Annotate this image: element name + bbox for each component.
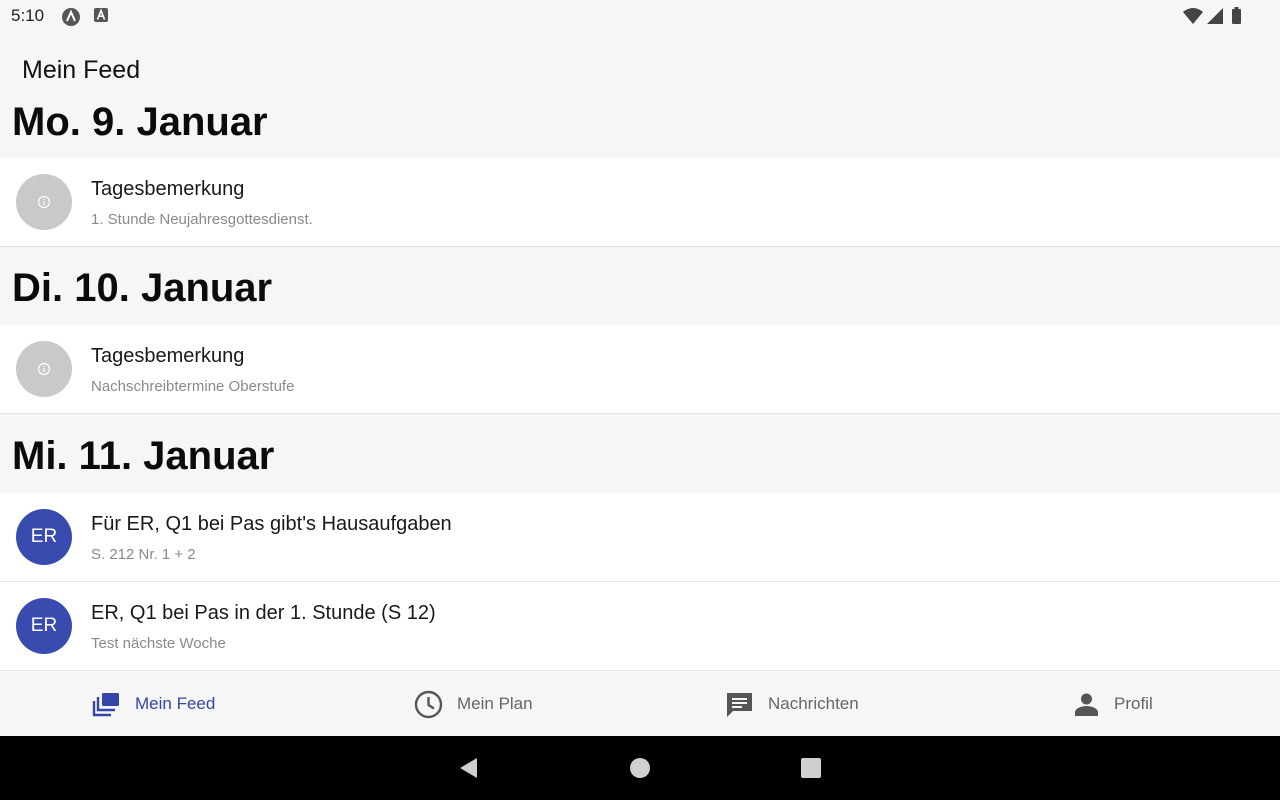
- feed-item-subtitle: S. 212 Nr. 1 + 2: [91, 546, 196, 563]
- status-time: 5:10: [11, 6, 45, 25]
- day-header: Di. 10. Januar: [0, 247, 1280, 325]
- message-icon: [727, 692, 752, 717]
- home-icon: [630, 758, 650, 778]
- status-bar: 5:10: [0, 0, 1280, 34]
- feed-item-title: ER, Q1 bei Pas in der 1. Stunde (S 12): [91, 602, 436, 624]
- nav-nachrichten[interactable]: Nachrichten: [725, 671, 859, 737]
- info-icon: [37, 195, 51, 209]
- feed-item-subtitle: Nachschreibtermine Oberstufe: [91, 378, 295, 395]
- feed-item[interactable]: Tagesbemerkung 1. Stunde Neujahresgottes…: [0, 158, 1280, 247]
- recents-icon: [801, 758, 821, 778]
- nav-mein-feed[interactable]: Mein Feed: [92, 671, 215, 737]
- feed-item-title: Für ER, Q1 bei Pas gibt's Hausaufgaben: [91, 513, 452, 535]
- info-avatar: [16, 341, 72, 397]
- back-button[interactable]: [448, 736, 488, 800]
- feed-item-title: Tagesbemerkung: [91, 178, 245, 200]
- system-navigation-bar: [0, 736, 1280, 800]
- day-header: Mi. 11. Januar: [0, 415, 1280, 493]
- clock-icon: [414, 690, 443, 718]
- nav-profil[interactable]: Profil: [1073, 671, 1153, 737]
- feed-icon: [92, 692, 119, 716]
- day-header-label: Mo. 9. Januar: [12, 104, 268, 144]
- info-avatar: [16, 174, 72, 230]
- wifi-icon: [1183, 8, 1203, 24]
- feed-item-title: Tagesbemerkung: [91, 345, 245, 367]
- nav-label: Profil: [1114, 694, 1153, 713]
- page-title: Mein Feed: [22, 56, 141, 84]
- course-avatar: ER: [16, 509, 72, 565]
- feed-item-subtitle: 1. Stunde Neujahresgottesdienst.: [91, 211, 313, 228]
- home-button[interactable]: [620, 736, 660, 800]
- notification-a-icon: [93, 7, 109, 28]
- feed-item[interactable]: Tagesbemerkung Nachschreibtermine Oberst…: [0, 325, 1280, 414]
- status-indicators: [1180, 6, 1280, 28]
- person-icon: [1075, 693, 1098, 716]
- bottom-navigation: Mein Feed Mein Plan Nachrichten Profil: [0, 670, 1280, 737]
- feed-item-subtitle: Test nächste Woche: [91, 635, 226, 652]
- nav-label: Nachrichten: [768, 694, 859, 713]
- cell-signal-icon: [1207, 8, 1223, 24]
- feed-item[interactable]: ER ER, Q1 bei Pas in der 1. Stunde (S 12…: [0, 582, 1280, 670]
- course-avatar: ER: [16, 598, 72, 654]
- back-icon: [460, 758, 477, 778]
- day-header: Mo. 9. Januar: [0, 104, 1280, 158]
- nav-label: Mein Feed: [135, 694, 216, 713]
- day-header-label: Mi. 11. Januar: [12, 434, 275, 478]
- notification-app-icon: [61, 7, 81, 32]
- recents-button[interactable]: [791, 736, 831, 800]
- app-bar: Mein Feed: [0, 34, 1280, 104]
- day-header-label: Di. 10. Januar: [12, 266, 273, 310]
- feed-item[interactable]: ER Für ER, Q1 bei Pas gibt's Hausaufgabe…: [0, 493, 1280, 582]
- battery-icon: [1232, 7, 1241, 24]
- nav-mein-plan[interactable]: Mein Plan: [414, 671, 533, 737]
- info-icon: [37, 362, 51, 376]
- feed-list[interactable]: Mo. 9. Januar Tagesbemerkung 1. Stunde N…: [0, 104, 1280, 670]
- nav-label: Mein Plan: [457, 694, 533, 713]
